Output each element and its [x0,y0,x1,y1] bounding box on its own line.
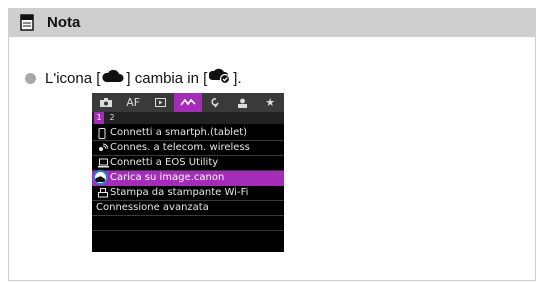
camera-icon [99,98,112,107]
star-icon: ★ [265,96,276,109]
menu-item-label: Stampa da stampante Wi-Fi [110,187,249,198]
menu-item-label: Carica su image.canon [110,172,225,183]
wrench-icon [211,97,219,107]
page-indicator: 1 2 [92,112,284,124]
note-text: L'icona [ ] cambia in [ ]. [45,68,242,88]
note-text-after: ]. [233,69,242,87]
custom-function-icon [238,98,248,108]
menu-item-advanced-connection[interactable]: Connessione avanzata [92,201,284,216]
menu-item-wifi-printer[interactable]: Stampa da stampante Wi-Fi [92,186,284,201]
bullet-icon [25,73,36,84]
note-title: Nota [47,14,81,31]
tab-mymenu[interactable]: ★ [257,93,284,112]
camera-menu-screen: AF ★ 1 2 Connetti a smartph.(tablet) Con… [92,93,284,252]
wireless-icon [180,98,196,106]
menu-item-empty [92,216,284,231]
menu-item-label: Connetti a smartph.(tablet) [110,127,248,138]
note-header: Nota [9,9,535,37]
page-2[interactable]: 2 [107,112,117,124]
note-icon [20,14,34,36]
tab-custom[interactable] [229,93,256,112]
tab-wireless[interactable] [174,93,202,112]
note-text-middle: ] cambia in [ [126,69,208,87]
page-1[interactable]: 1 [94,112,104,124]
tab-setup[interactable] [202,93,229,112]
cloud-icon [102,69,124,87]
playback-icon [155,98,167,107]
menu-item-eos-utility[interactable]: Connetti a EOS Utility [92,156,284,171]
note-text-before: L'icona [ [45,69,101,87]
tab-camera[interactable] [92,93,119,112]
tab-playback[interactable] [147,93,174,112]
menu-tabs: AF ★ [92,93,284,112]
menu-item-wireless-remote[interactable]: Connes. a telecom. wireless [92,141,284,156]
cloud-check-icon [208,68,231,88]
menu-item-smartphone[interactable]: Connetti a smartph.(tablet) [92,126,284,141]
tab-af[interactable]: AF [119,93,146,112]
menu-item-label: Connetti a EOS Utility [110,157,219,168]
menu-item-label: Connes. a telecom. wireless [110,142,250,153]
menu-item-label: Connessione avanzata [96,202,209,213]
menu-item-image-canon[interactable]: Carica su image.canon [92,170,284,186]
